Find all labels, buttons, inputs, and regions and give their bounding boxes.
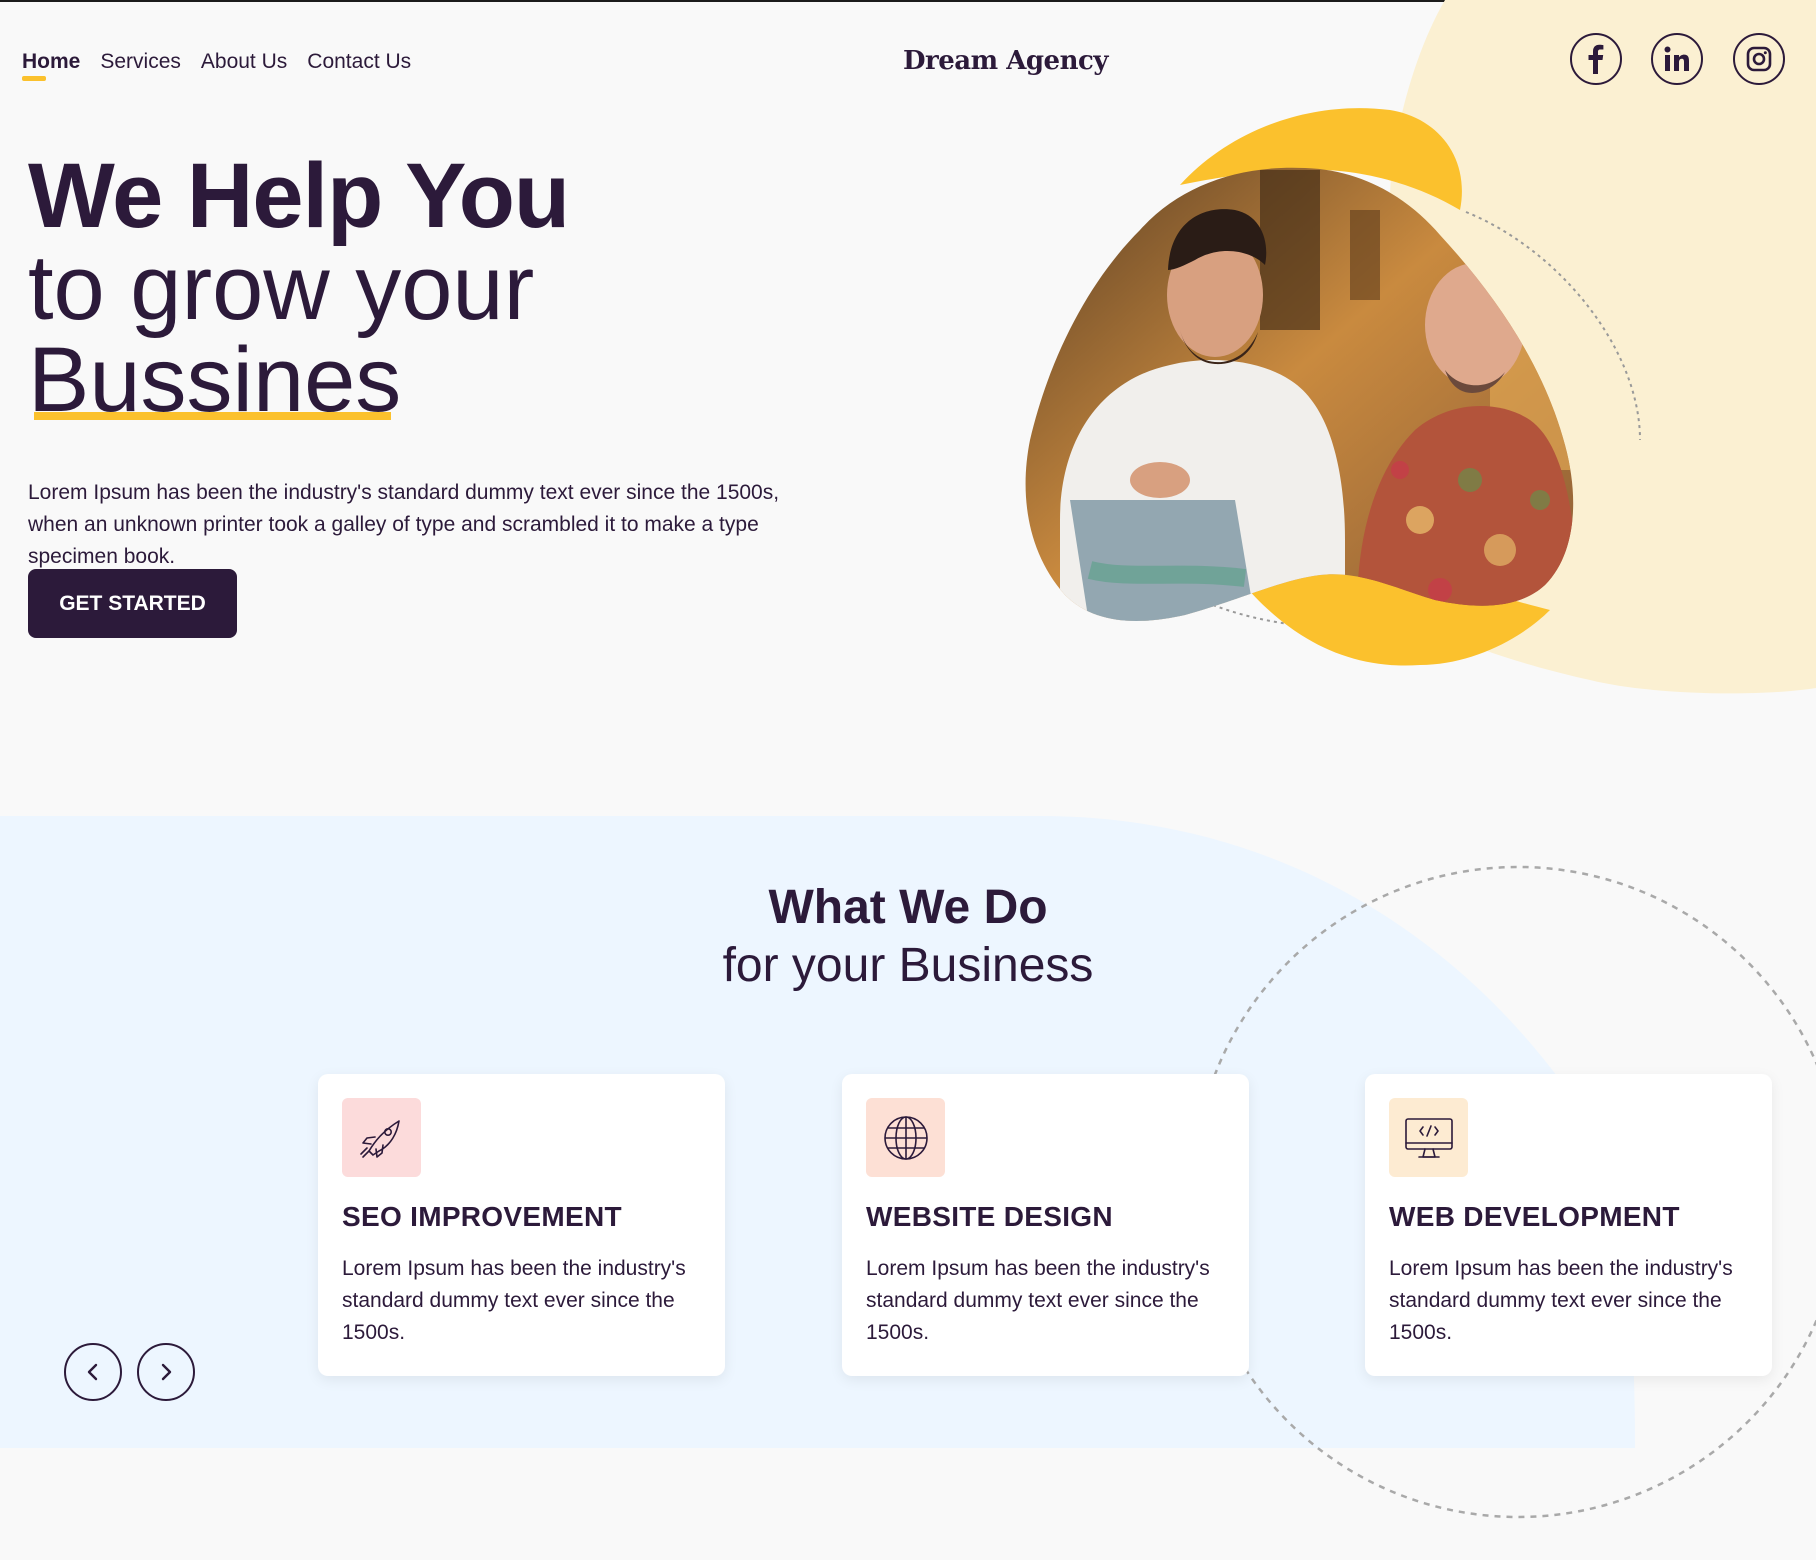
monitor-code-icon <box>1404 1117 1453 1158</box>
services-subtitle: for your Business <box>0 938 1816 993</box>
rocket-icon <box>359 1119 400 1158</box>
nav-item-contact-us[interactable]: Contact Us <box>307 50 411 74</box>
linkedin-icon <box>1664 46 1689 71</box>
carousel-next-button[interactable] <box>137 1343 195 1401</box>
facebook-icon <box>1588 44 1604 74</box>
hero-heading: We Help You to grow your Bussines <box>28 145 570 426</box>
globe-icon <box>883 1115 928 1160</box>
facebook-link[interactable] <box>1570 33 1622 85</box>
service-card-seo[interactable]: SEO IMPROVEMENT Lorem Ipsum has been the… <box>318 1074 725 1376</box>
card-title: WEBSITE DESIGN <box>866 1201 1113 1232</box>
brand-logo[interactable]: Dream Agency <box>903 46 1108 76</box>
instagram-icon <box>1746 46 1772 72</box>
hero-highlight-word: Bussines <box>28 329 402 431</box>
nav-item-about-us[interactable]: About Us <box>201 50 287 74</box>
linkedin-link[interactable] <box>1651 33 1703 85</box>
get-started-button[interactable]: GET STARTED <box>28 569 237 638</box>
instagram-link[interactable] <box>1733 33 1785 85</box>
hero-description: Lorem Ipsum has been the industry's stan… <box>28 481 780 568</box>
card-text: Lorem Ipsum has been the industry's stan… <box>342 1257 686 1344</box>
services-title: What We Do <box>768 881 1048 934</box>
card-title: WEB DEVELOPMENT <box>1389 1201 1680 1232</box>
card-text: Lorem Ipsum has been the industry's stan… <box>866 1257 1210 1344</box>
hero-title-line3: Bussines <box>28 334 569 426</box>
hero-image <box>1025 108 1574 666</box>
main-nav: Home Services About Us Contact Us <box>22 50 411 81</box>
carousel-prev-button[interactable] <box>64 1343 122 1401</box>
card-title: SEO IMPROVEMENT <box>342 1201 622 1232</box>
service-card-web-development[interactable]: WEB DEVELOPMENT Lorem Ipsum has been the… <box>1365 1074 1772 1376</box>
chevron-right-icon <box>161 1363 172 1381</box>
service-card-website-design[interactable]: WEBSITE DESIGN Lorem Ipsum has been the … <box>842 1074 1249 1376</box>
services-subtitle-highlight: Business <box>898 939 1094 992</box>
card-icon-box <box>866 1098 945 1177</box>
nav-item-home[interactable]: Home <box>22 50 80 81</box>
nav-item-services[interactable]: Services <box>100 50 181 74</box>
hero-title-line2: to grow your <box>28 237 535 339</box>
card-text: Lorem Ipsum has been the industry's stan… <box>1389 1257 1733 1344</box>
card-icon-box <box>1389 1098 1468 1177</box>
hero-title-bold: We Help You <box>28 145 570 247</box>
services-subtitle-prefix: for your <box>722 939 899 992</box>
chevron-left-icon <box>87 1363 98 1381</box>
card-icon-box <box>342 1098 421 1177</box>
